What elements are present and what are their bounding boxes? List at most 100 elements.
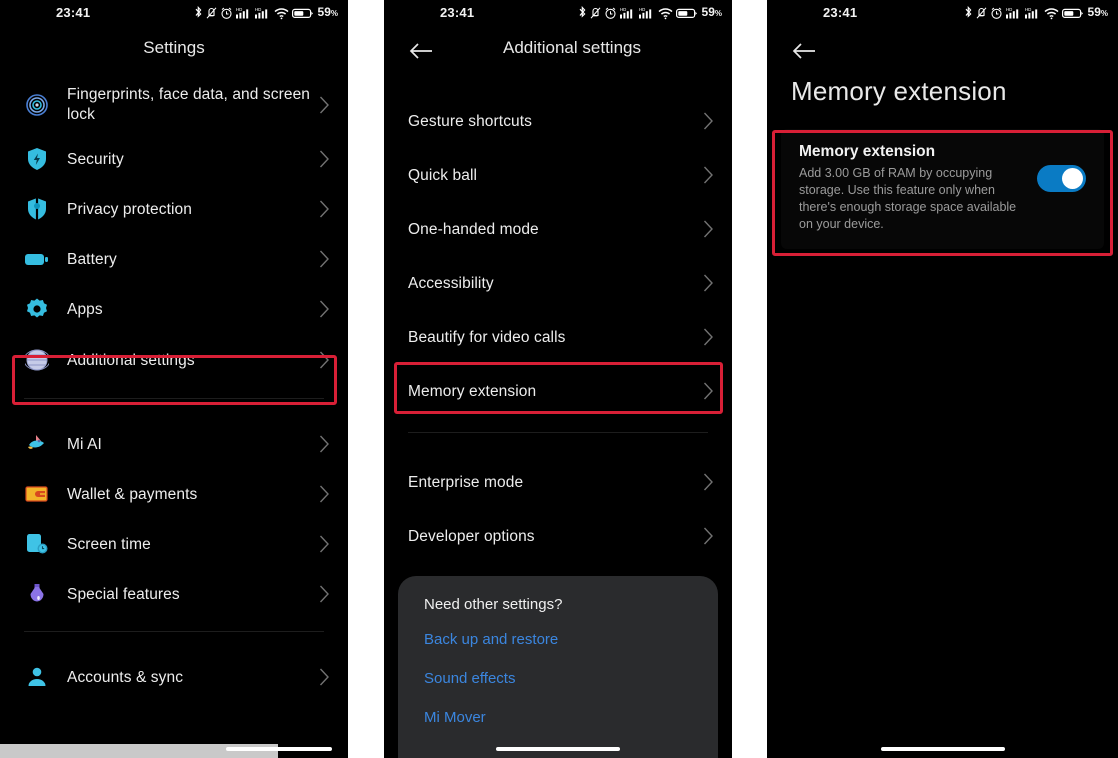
vibrate-mute-icon [590,7,600,19]
memory-extension-card: Memory extension Add 3.00 GB of RAM by o… [781,129,1104,249]
signal-2-icon: HD [1024,7,1037,19]
sidebar-item-accounts-sync[interactable]: Accounts & sync [0,652,348,702]
chevron-right-icon [319,96,329,114]
sidebar-item-additional-settings[interactable]: Additional settings [0,334,348,386]
battery-icon [675,8,697,19]
sidebar-item-label: Fingerprints, face data, and screen lock [67,86,311,123]
sidebar-item-label: Accounts & sync [67,668,184,686]
chevron-right-icon [319,300,329,318]
list-item-label: Enterprise mode [408,473,524,491]
chevron-right-icon [703,274,713,292]
vibrate-mute-icon [976,7,986,19]
wifi-icon [274,8,289,20]
sidebar-item-label: Mi AI [67,435,102,453]
chevron-right-icon [319,150,329,168]
back-arrow-icon[interactable] [791,39,817,63]
status-time: 23:41 [823,5,858,20]
phone-screen-memory-extension: 23:41 HD HD 59% Memory extension Memory … [767,0,1118,758]
signal-1-icon: HD [1005,7,1018,19]
chevron-right-icon [703,166,713,184]
list-item-quick-ball[interactable]: Quick ball [384,148,732,202]
shield-icon [24,146,50,172]
svg-text:HD: HD [1025,7,1031,12]
page-title-additional-settings: Additional settings [503,38,641,57]
list-item-developer-options[interactable]: Developer options [384,509,732,563]
list-item-label: Beautify for video calls [408,328,566,346]
sidebar-item-label: Special features [67,585,180,603]
fingerprint-icon [24,92,50,118]
chevron-right-icon [319,585,329,603]
chevron-right-icon [703,473,713,491]
sidebar-item-privacy-protection[interactable]: Privacy protection [0,184,348,234]
memory-extension-toggle[interactable] [1037,165,1086,192]
status-icon-group: HD HD 59% [194,5,338,21]
need-other-settings-title: Need other settings? [424,596,563,613]
panel1-header: Settings [0,28,348,76]
list-item-accessibility[interactable]: Accessibility [384,256,732,310]
accounts-sync-icon [24,664,50,690]
signal-1-icon: HD [235,7,248,19]
list-item-gesture-shortcuts[interactable]: Gesture shortcuts [384,94,732,148]
additional-settings-icon [24,347,50,373]
chevron-right-icon [703,527,713,545]
sidebar-item-special-features[interactable]: Special features [0,569,348,619]
sidebar-item-label: Privacy protection [67,200,192,218]
list-item-one-handed-mode[interactable]: One-handed mode [384,202,732,256]
chevron-right-icon [703,220,713,238]
home-indicator [880,747,1005,751]
link-mi-mover[interactable]: Mi Mover [424,709,692,726]
status-time: 23:41 [56,5,91,20]
sidebar-item-label: Battery [67,250,117,268]
list-item-label: One-handed mode [408,220,539,238]
list-item-label: Memory extension [408,382,537,400]
sidebar-item-fingerprints[interactable]: Fingerprints, face data, and screen lock [0,76,348,134]
memory-extension-title: Memory extension [799,143,936,160]
alarm-icon [220,7,232,19]
list-item-memory-extension[interactable]: Memory extension [384,364,732,418]
chevron-right-icon [703,112,713,130]
wallet-icon [24,481,50,507]
bluetooth-icon [579,6,585,18]
sidebar-item-label: Security [67,150,124,168]
sidebar-item-label: Screen time [67,535,151,553]
list-item-enterprise-mode[interactable]: Enterprise mode [384,455,732,509]
phone-screen-settings: 23:41 HD HD 59% Settings Fingerprints, f… [0,0,348,758]
list-item-label: Accessibility [408,274,494,292]
svg-text:HD: HD [639,7,645,12]
page-title-memory-extension: Memory extension [791,76,1007,106]
settings-list-group-3: Accounts & sync [0,652,348,702]
chevron-right-icon [319,250,329,268]
status-bar-panel3: 23:41 HD HD 59% [767,0,1118,28]
screenshot-stage: 23:41 HD HD 59% Settings Fingerprints, f… [0,0,1118,758]
sidebar-item-apps[interactable]: Apps [0,284,348,334]
chevron-right-icon [703,328,713,346]
sidebar-item-label: Apps [67,300,103,318]
sidebar-item-wallet-payments[interactable]: Wallet & payments [0,469,348,519]
signal-2-icon: HD [254,7,267,19]
list-item-beautify-video-calls[interactable]: Beautify for video calls [384,310,732,364]
sidebar-item-mi-ai[interactable]: Mi AI [0,419,348,469]
special-features-icon [24,581,50,607]
status-bar-panel2: 23:41 HD HD 59% [384,0,732,28]
chevron-right-icon [319,351,329,369]
link-sound-effects[interactable]: Sound effects [424,670,692,687]
need-other-settings-card: Need other settings? Back up and restore… [398,576,718,758]
link-back-up-and-restore[interactable]: Back up and restore [424,631,692,648]
status-icon-group: HD HD 59% [964,5,1108,21]
toggle-knob [1062,168,1083,189]
sidebar-item-screen-time[interactable]: Screen time [0,519,348,569]
apps-gear-icon [24,296,50,322]
panel3-header [767,28,1118,70]
mi-ai-icon [24,431,50,457]
home-indicator [496,747,620,751]
sidebar-item-security[interactable]: Security [0,134,348,184]
panel2-header: Additional settings [384,28,732,76]
sidebar-item-battery[interactable]: Battery [0,234,348,284]
status-bar-panel1: 23:41 HD HD 59% [0,0,348,28]
chevron-right-icon [319,668,329,686]
